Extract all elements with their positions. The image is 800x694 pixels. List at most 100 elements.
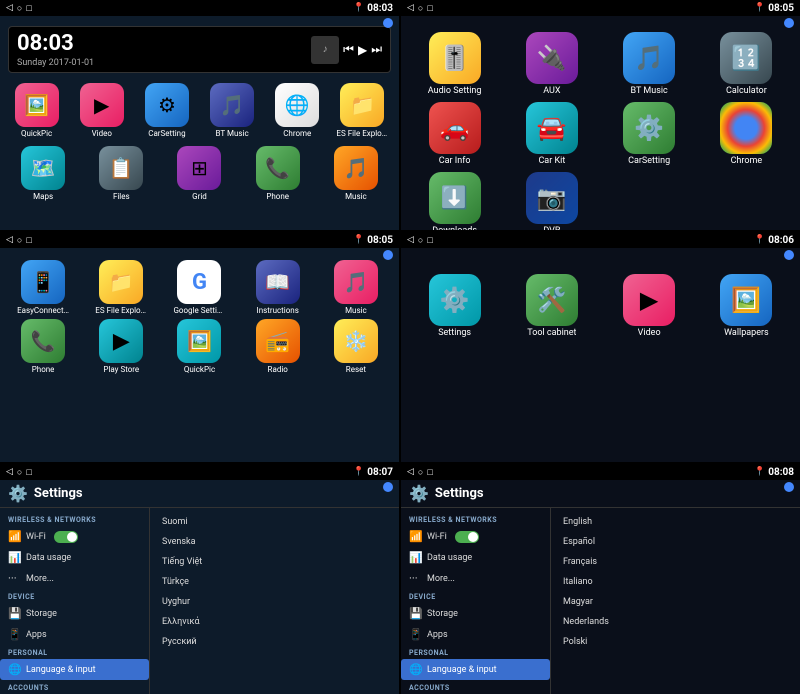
recents-icon-3[interactable]: □ [26,235,31,246]
settings-more2[interactable]: ··· More... [401,568,550,589]
lang-greek[interactable]: Ελληνικά [150,612,399,632]
settings2-body: WIRELESS & NETWORKS 📶 Wi-Fi 📊 Data usage… [401,508,800,694]
app-music[interactable]: 🎵 Music [319,146,393,201]
app-tool-cabinet[interactable]: 🛠️ Tool cabinet [506,274,597,338]
app-video2[interactable]: ▶ Video [604,274,695,338]
status-bar-settings2: ◁ ○ □ 📍 08:08 [401,464,800,480]
lang-polski[interactable]: Polski [551,632,800,652]
wifi-toggle[interactable] [54,531,78,543]
app-settings-app[interactable]: ⚙️ Settings [409,274,500,338]
app-car-info[interactable]: 🚗 Car Info [409,102,500,166]
app-carsetting[interactable]: ⚙ CarSetting [136,83,197,138]
settings-storage2[interactable]: 💾 Storage [401,603,550,624]
home-icon-4[interactable]: ○ [418,235,423,246]
app-play-store[interactable]: ▶ Play Store [84,319,158,374]
app-btmusic[interactable]: 🎵 BT Music [202,83,263,138]
prev-btn[interactable]: ⏮ [343,42,354,57]
storage-icon: 💾 [8,607,22,620]
lang-uyghur[interactable]: Uyghur [150,592,399,612]
settings-data2[interactable]: 📊 Data usage [401,547,550,568]
settings-language2[interactable]: 🌐 Language & input [401,659,550,680]
dot-indicator-3 [383,250,393,260]
home-icon-2[interactable]: ○ [418,3,423,14]
lang-magyar[interactable]: Magyar [551,592,800,612]
settings-wifi2[interactable]: 📶 Wi-Fi [401,526,550,547]
back-icon-4[interactable]: ◁ [407,235,414,245]
recents-icon-6[interactable]: □ [427,467,432,478]
wifi-toggle2[interactable] [455,531,479,543]
recents-icon-2[interactable]: □ [427,3,432,14]
app-wallpapers[interactable]: 🖼️ Wallpapers [701,274,792,338]
settings-storage[interactable]: 💾 Storage [0,603,149,624]
app-radio[interactable]: 📻 Radio [241,319,315,374]
apps2-content: 📱 EasyConnection 📁 ES File Explore G Goo… [0,248,399,462]
home-icon[interactable]: ○ [17,3,22,14]
app-car-kit[interactable]: 🚘 Car Kit [506,102,597,166]
app-downloads[interactable]: ⬇️ Downloads [409,172,500,230]
settings-apps2[interactable]: 📱 Apps [401,624,550,645]
settings-language[interactable]: 🌐 Language & input [0,659,149,680]
lang-russian[interactable]: Русский [150,632,399,652]
app-easy-connection[interactable]: 📱 EasyConnection [6,260,80,315]
next-btn[interactable]: ⏭ [371,42,382,57]
home-icon-6[interactable]: ○ [418,467,423,478]
settings1-header: ⚙️ Settings [0,480,399,508]
app-chrome[interactable]: 🌐 Chrome [267,83,328,138]
app-label-car-kit: Car Kit [538,156,565,166]
status-bar-apps1: ◁ ○ □ 📍 08:05 [401,0,800,16]
app-google-setting[interactable]: G Google Setting [162,260,236,315]
app-audio-setting[interactable]: 🎚️ Audio Setting [409,32,500,96]
location-icon-4: 📍 [754,235,765,245]
lang-turkce[interactable]: Türkçe [150,572,399,592]
lang-english[interactable]: English [551,512,800,532]
app-carsetting2[interactable]: ⚙️ CarSetting [604,102,695,166]
app-chrome2[interactable]: 🌐 Chrome [701,102,792,166]
recents-icon-5[interactable]: □ [26,467,31,478]
lang-svenska[interactable]: Svenska [150,532,399,552]
dot-indicator-5 [383,482,393,492]
app-video[interactable]: ▶ Video [71,83,132,138]
app-bt-music[interactable]: 🎵 BT Music [604,32,695,96]
back-icon-6[interactable]: ◁ [407,467,414,477]
back-icon-2[interactable]: ◁ [407,3,414,13]
lang-suomi[interactable]: Suomi [150,512,399,532]
clock-date: Sunday 2017-01-01 [17,58,94,68]
lang-nederlands[interactable]: Nederlands [551,612,800,632]
home-icon-3[interactable]: ○ [17,235,22,246]
app-quickpic2[interactable]: 🖼️ QuickPic [162,319,236,374]
app-grid-app[interactable]: ⊞ Grid [162,146,236,201]
lang-francais[interactable]: Français [551,552,800,572]
settings-data-usage[interactable]: 📊 Data usage [0,547,149,568]
app-reset[interactable]: ❄️ Reset [319,319,393,374]
lang-italiano[interactable]: Italiano [551,572,800,592]
recents-icon-4[interactable]: □ [427,235,432,246]
app-maps[interactable]: 🗺️ Maps [6,146,80,201]
play-btn[interactable]: ▶ [358,43,367,57]
app-music2[interactable]: 🎵 Music [319,260,393,315]
app-quickpic[interactable]: 🖼️ QuickPic [6,83,67,138]
app-icon-music2: 🎵 [334,260,378,304]
lang-label: Language & input [26,665,96,675]
app-label-video: Video [92,129,112,138]
app-phone[interactable]: 📞 Phone [241,146,315,201]
back-icon[interactable]: ◁ [6,3,13,13]
lang-espanol[interactable]: Español [551,532,800,552]
app-label-maps: Maps [33,192,53,201]
app-phone2[interactable]: 📞 Phone [6,319,80,374]
app-icon-chrome2: 🌐 [720,102,772,154]
back-icon-5[interactable]: ◁ [6,467,13,477]
app-calculator[interactable]: 🔢 Calculator [701,32,792,96]
settings-wifi[interactable]: 📶 Wi-Fi [0,526,149,547]
back-icon-3[interactable]: ◁ [6,235,13,245]
app-esfile[interactable]: 📁 ES File Explore [332,83,393,138]
app-es-file2[interactable]: 📁 ES File Explore [84,260,158,315]
app-dvr[interactable]: 📷 DVR [506,172,597,230]
settings-more[interactable]: ··· More... [0,568,149,589]
recents-icon[interactable]: □ [26,3,31,14]
app-instructions[interactable]: 📖 Instructions [241,260,315,315]
lang-tiengviet[interactable]: Tiếng Việt [150,552,399,572]
app-aux[interactable]: 🔌 AUX [506,32,597,96]
app-files[interactable]: 📋 Files [84,146,158,201]
home-icon-5[interactable]: ○ [17,467,22,478]
settings-apps[interactable]: 📱 Apps [0,624,149,645]
